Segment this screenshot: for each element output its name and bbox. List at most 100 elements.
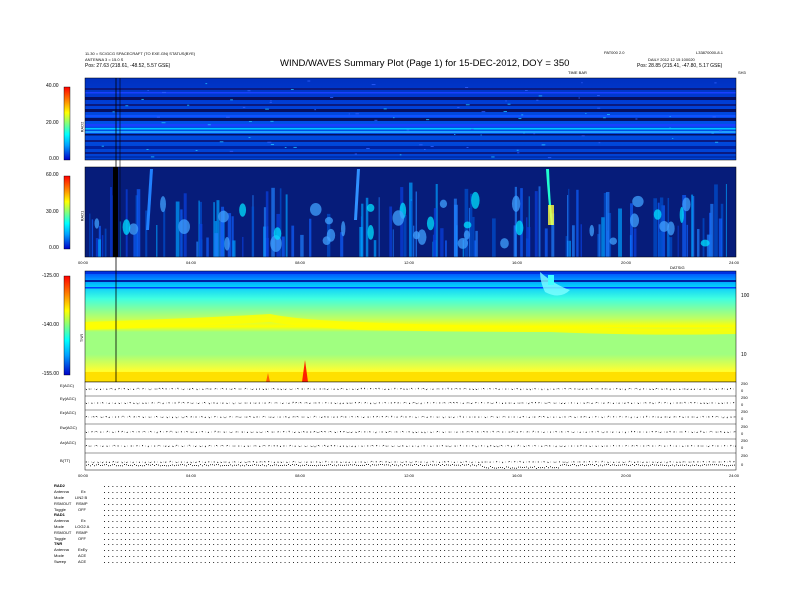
channel-sample bbox=[529, 389, 531, 391]
footer-dot bbox=[360, 562, 362, 563]
rad2-speck bbox=[516, 149, 519, 151]
footer-dot bbox=[406, 527, 408, 528]
channel-sample bbox=[475, 402, 477, 403]
channel-sample bbox=[623, 462, 625, 463]
footer-dot bbox=[406, 539, 408, 540]
rad1-burst bbox=[373, 240, 377, 257]
channel-sample bbox=[251, 389, 253, 390]
footer-dot bbox=[335, 533, 336, 534]
channel-sample bbox=[375, 388, 377, 389]
footer-dot bbox=[423, 504, 425, 505]
channel-sample bbox=[149, 416, 151, 418]
channel-sample bbox=[182, 417, 184, 419]
footer-dot bbox=[658, 544, 660, 545]
footer-dot bbox=[242, 556, 244, 557]
footer-dot bbox=[402, 486, 404, 487]
footer-dot bbox=[288, 544, 290, 545]
footer-dot bbox=[137, 498, 139, 499]
footer-dot bbox=[713, 521, 714, 522]
footer-dot bbox=[368, 515, 370, 516]
rad1-burst bbox=[415, 191, 417, 257]
channel-sample bbox=[619, 388, 621, 390]
footer-dot bbox=[566, 498, 567, 499]
footer-dot bbox=[616, 527, 618, 528]
rad2-speck bbox=[406, 129, 410, 131]
bt-sample bbox=[710, 464, 711, 466]
footer-dot bbox=[393, 521, 395, 522]
footer-dot bbox=[318, 492, 320, 493]
footer-dot bbox=[284, 533, 286, 534]
footer-dot bbox=[146, 504, 147, 505]
footer-dot bbox=[330, 556, 332, 557]
footer-dot bbox=[641, 550, 643, 551]
channel-sample bbox=[543, 432, 545, 433]
channel-sample bbox=[394, 402, 396, 403]
footer-dot bbox=[133, 550, 135, 551]
footer-dot bbox=[431, 504, 433, 505]
footer-dot bbox=[574, 550, 576, 551]
footer-dot bbox=[242, 550, 244, 551]
bt-sample bbox=[470, 465, 471, 467]
footer-dot bbox=[209, 562, 210, 563]
footer-dot bbox=[633, 510, 635, 511]
footer-dot bbox=[696, 521, 698, 522]
footer-dot bbox=[444, 498, 446, 499]
footer-dot bbox=[385, 556, 387, 557]
footer-dot bbox=[654, 492, 656, 493]
footer-dot bbox=[591, 533, 593, 534]
footer-dot bbox=[494, 510, 496, 511]
footer-dot bbox=[280, 504, 282, 505]
rad1-burst bbox=[527, 227, 531, 257]
footer-dot bbox=[440, 556, 441, 557]
footer-dot bbox=[490, 539, 492, 540]
bt-sample bbox=[612, 464, 613, 466]
footer-dot bbox=[204, 544, 206, 545]
footer-dot bbox=[461, 521, 462, 522]
channel-sample bbox=[266, 388, 268, 390]
bt-sample bbox=[718, 464, 719, 466]
footer-dot bbox=[251, 556, 252, 557]
bt-sample bbox=[560, 464, 561, 466]
footer-dot bbox=[343, 486, 345, 487]
bt-sample bbox=[124, 464, 125, 465]
footer-dot bbox=[456, 527, 458, 528]
footer-dot bbox=[183, 562, 185, 563]
channel-sample bbox=[299, 446, 301, 447]
footer-dot bbox=[641, 515, 643, 516]
footer-dot bbox=[175, 527, 177, 528]
footer-dot bbox=[477, 533, 479, 534]
footer-dot bbox=[217, 544, 219, 545]
channel-sample bbox=[580, 444, 582, 446]
footer-dot bbox=[175, 550, 177, 551]
rad2-speck bbox=[419, 144, 423, 146]
bt-sample bbox=[324, 465, 325, 466]
footer-dot bbox=[200, 521, 202, 522]
footer-dot bbox=[440, 533, 441, 534]
footer-dot bbox=[406, 486, 408, 487]
footer-dot bbox=[713, 562, 714, 563]
channel-sample bbox=[545, 402, 547, 404]
footer-dot bbox=[729, 556, 731, 557]
channel-sample bbox=[481, 402, 483, 403]
footer-dot bbox=[734, 515, 735, 516]
footer-dot bbox=[423, 492, 425, 493]
footer-dot bbox=[179, 498, 181, 499]
channel-sample bbox=[658, 401, 660, 403]
footer-dot bbox=[440, 527, 441, 528]
channel-sample bbox=[364, 462, 366, 463]
footer-dot bbox=[503, 544, 504, 545]
footer-dot bbox=[318, 544, 320, 545]
footer-dot bbox=[532, 515, 534, 516]
footer-dot bbox=[658, 492, 660, 493]
bt-sample bbox=[562, 464, 563, 466]
footer-dot bbox=[498, 498, 500, 499]
bt-sample bbox=[248, 465, 249, 466]
footer-dot bbox=[608, 504, 609, 505]
footer-dot bbox=[423, 556, 425, 557]
footer-dot bbox=[158, 521, 160, 522]
footer-dot bbox=[612, 498, 614, 499]
bt-sample bbox=[310, 464, 311, 466]
footer-dot bbox=[263, 498, 265, 499]
footer-dot bbox=[200, 515, 202, 516]
footer-dot bbox=[498, 544, 500, 545]
